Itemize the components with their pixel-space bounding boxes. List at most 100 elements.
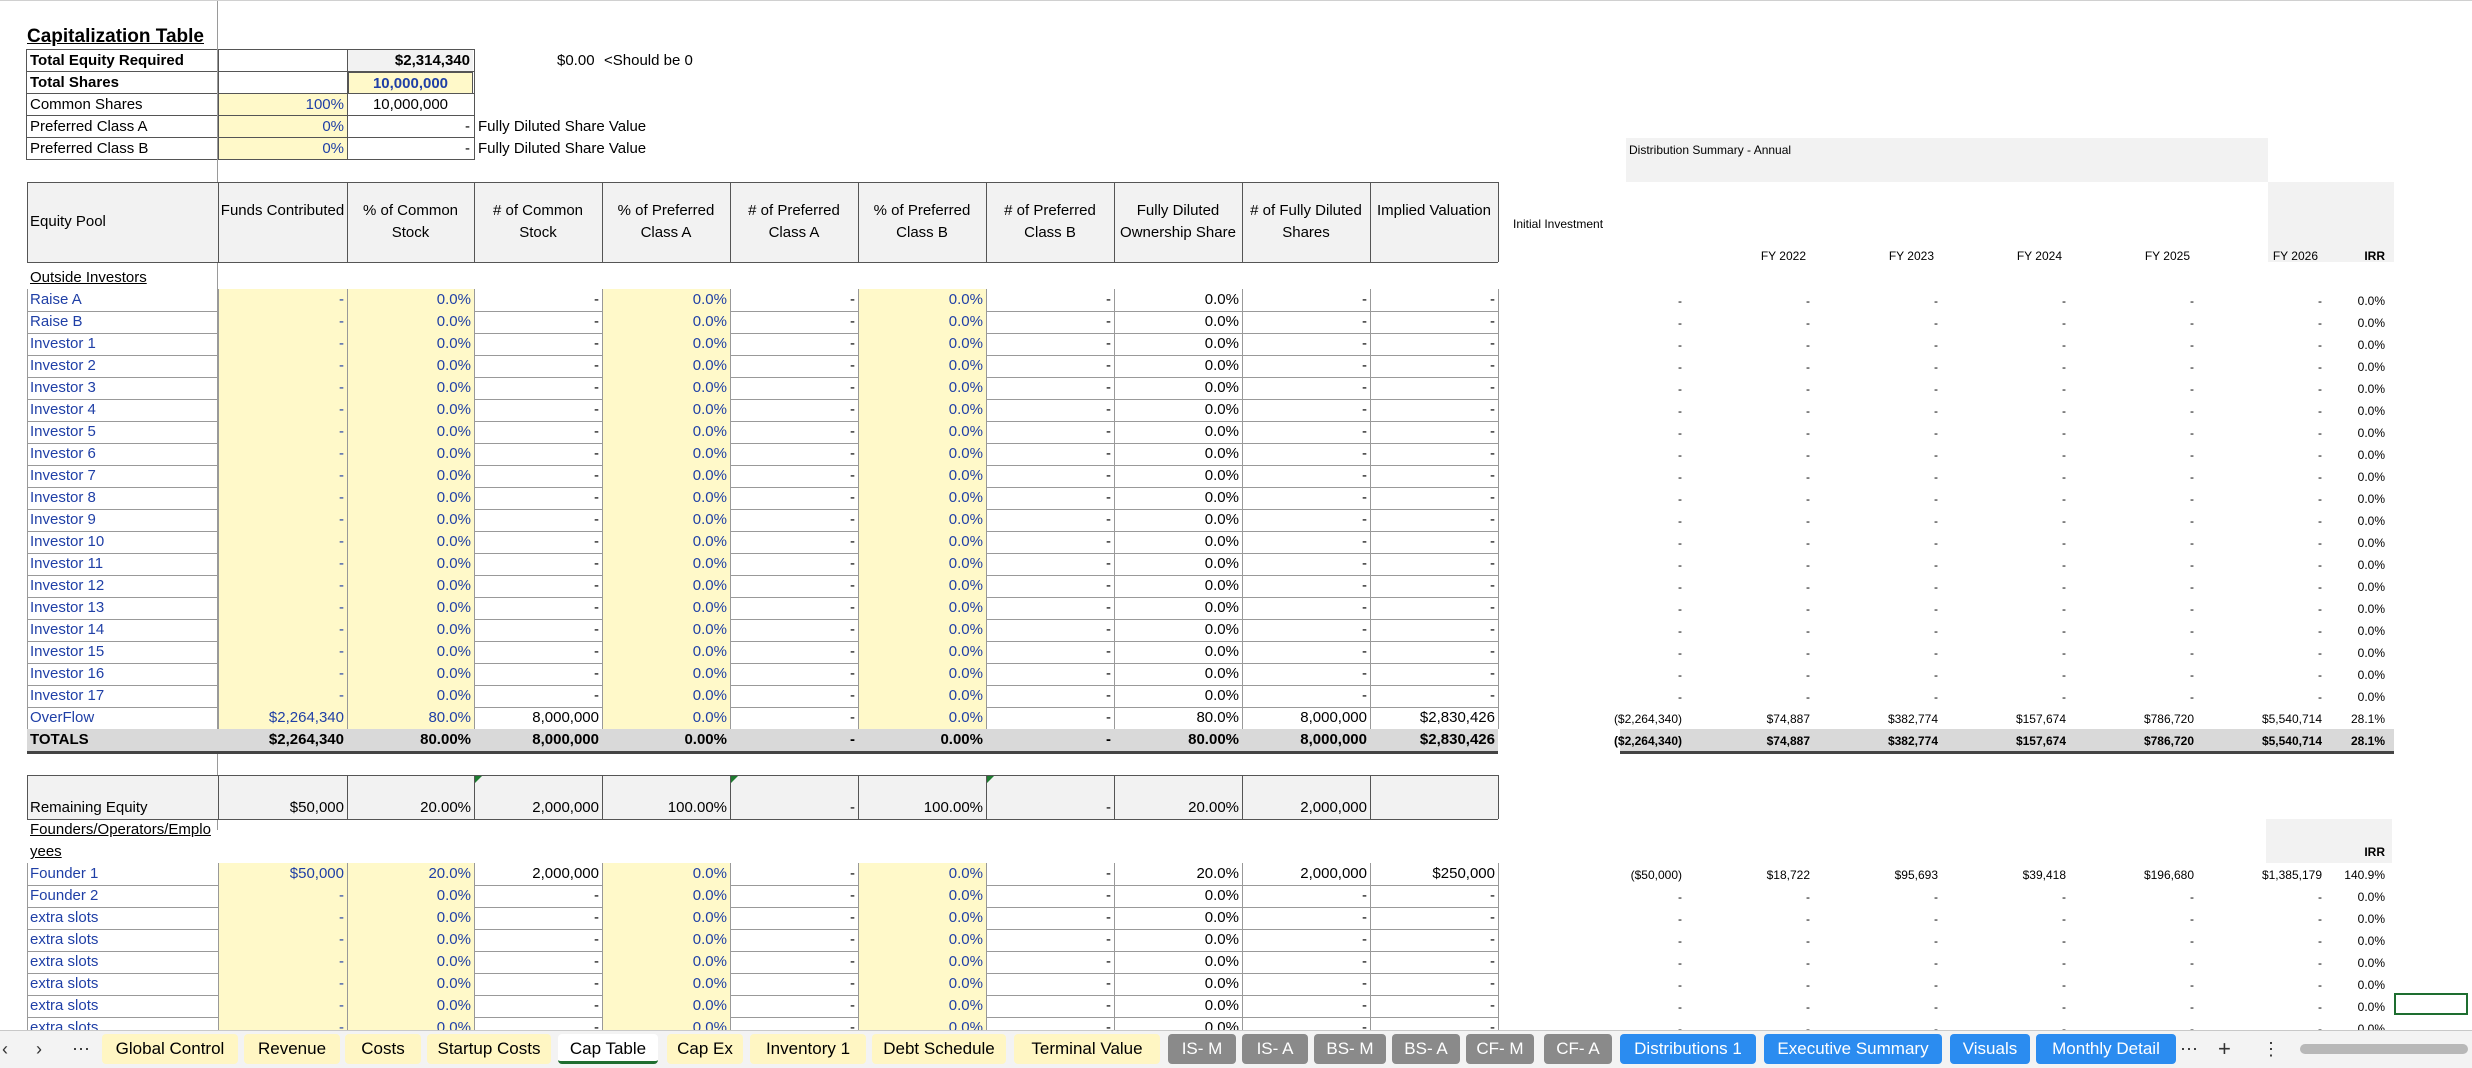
investor-row-cell[interactable]: - <box>218 553 347 575</box>
founder-row-cell[interactable]: - <box>218 995 347 1017</box>
sheet-tab[interactable]: Cap Ex <box>667 1034 743 1064</box>
investor-row-cell[interactable]: - <box>218 355 347 377</box>
founder-row-cell[interactable]: $50,000 <box>218 863 347 885</box>
investor-row-cell[interactable]: - <box>218 487 347 509</box>
investor-row-cell[interactable]: 0.0% <box>858 465 986 487</box>
preferred-a-pct[interactable]: 0% <box>219 116 347 138</box>
investor-row-cell[interactable]: 0.0% <box>602 641 730 663</box>
investor-row-cell[interactable]: 0.0% <box>347 399 474 421</box>
spreadsheet-grid[interactable]: Capitalization Table Total Equity Requir… <box>0 0 2472 1030</box>
founder-row-cell[interactable]: 0.0% <box>858 885 986 907</box>
sheet-tab[interactable]: Distributions 1 <box>1620 1034 1756 1064</box>
investor-row-cell[interactable]: 0.0% <box>602 399 730 421</box>
more-sheets-icon[interactable]: ⋯ <box>72 1034 90 1064</box>
founder-row-cell[interactable]: - <box>218 929 347 951</box>
investor-row-cell[interactable]: 0.0% <box>602 575 730 597</box>
investor-row-cell[interactable]: 0.0% <box>602 663 730 685</box>
investor-row-cell[interactable]: - <box>218 619 347 641</box>
investor-row-cell[interactable]: 0.0% <box>858 553 986 575</box>
investor-row-cell[interactable]: 0.0% <box>858 531 986 553</box>
founder-row-cell[interactable]: 0.0% <box>858 995 986 1017</box>
sheet-tab[interactable]: Cap Table <box>558 1034 658 1064</box>
founder-row-cell[interactable]: - <box>218 973 347 995</box>
investor-row-cell[interactable]: - <box>218 333 347 355</box>
investor-row-cell[interactable]: 0.0% <box>347 553 474 575</box>
total-shares-value[interactable]: 10,000,000 <box>348 72 473 94</box>
founder-row-cell[interactable]: 0.0% <box>347 995 474 1017</box>
investor-row-cell[interactable]: 0.0% <box>602 421 730 443</box>
sheet-tab[interactable]: Visuals <box>1950 1034 2030 1064</box>
founder-row-cell[interactable]: 0.0% <box>602 973 730 995</box>
founder-row-cell[interactable]: 0.0% <box>858 929 986 951</box>
investor-row-cell[interactable]: - <box>218 465 347 487</box>
investor-row-cell[interactable]: 0.0% <box>858 509 986 531</box>
investor-row-cell[interactable]: 0.0% <box>602 685 730 707</box>
investor-row-cell[interactable]: 0.0% <box>602 465 730 487</box>
founder-row-cell[interactable]: - <box>218 951 347 973</box>
sheet-tab[interactable]: Debt Schedule <box>872 1034 1006 1064</box>
investor-row-cell[interactable]: - <box>218 311 347 333</box>
founder-row-cell[interactable]: 0.0% <box>602 885 730 907</box>
investor-row-cell[interactable]: 0.0% <box>602 509 730 531</box>
founder-row-cell[interactable]: 0.0% <box>347 1017 474 1030</box>
investor-row-cell[interactable]: 0.0% <box>347 685 474 707</box>
founder-row-cell[interactable]: 0.0% <box>602 929 730 951</box>
sheet-tab[interactable]: Terminal Value <box>1014 1034 1160 1064</box>
investor-row-cell[interactable]: 80.0% <box>347 707 474 729</box>
founder-row-cell[interactable]: 0.0% <box>858 973 986 995</box>
prev-sheet-icon[interactable]: ‹ <box>2 1034 8 1064</box>
investor-row-cell[interactable]: 0.0% <box>858 443 986 465</box>
investor-row-cell[interactable]: 0.0% <box>602 355 730 377</box>
investor-row-cell[interactable]: 0.0% <box>347 531 474 553</box>
sheet-tab[interactable]: Monthly Detail <box>2036 1034 2176 1064</box>
investor-row-cell[interactable]: 0.0% <box>347 443 474 465</box>
investor-row-cell[interactable]: - <box>218 531 347 553</box>
founder-row-cell[interactable]: 0.0% <box>602 995 730 1017</box>
founder-row-cell[interactable]: 0.0% <box>347 951 474 973</box>
investor-row-cell[interactable]: 0.0% <box>602 333 730 355</box>
investor-row-cell[interactable]: 0.0% <box>347 311 474 333</box>
add-sheet-icon[interactable]: + <box>2218 1034 2231 1064</box>
investor-row-cell[interactable]: 0.0% <box>347 641 474 663</box>
overflow-tabs-icon[interactable]: ⋯ <box>2180 1034 2198 1064</box>
investor-row-cell[interactable]: 0.0% <box>347 597 474 619</box>
sheet-tab[interactable]: Startup Costs <box>427 1034 551 1064</box>
investor-row-cell[interactable]: - <box>218 597 347 619</box>
investor-row-cell[interactable]: 0.0% <box>347 333 474 355</box>
founder-row-cell[interactable]: 0.0% <box>347 929 474 951</box>
founder-row-cell[interactable]: 0.0% <box>858 907 986 929</box>
preferred-b-pct[interactable]: 0% <box>219 138 347 160</box>
investor-row-cell[interactable]: 0.0% <box>602 289 730 311</box>
selected-cell[interactable] <box>2394 993 2468 1015</box>
sheet-tab[interactable]: Revenue <box>244 1034 340 1064</box>
investor-row-cell[interactable]: 0.0% <box>347 619 474 641</box>
investor-row-cell[interactable]: 0.0% <box>347 575 474 597</box>
investor-row-cell[interactable]: - <box>218 443 347 465</box>
founder-row-cell[interactable]: 0.0% <box>602 951 730 973</box>
investor-row-cell[interactable]: 0.0% <box>858 377 986 399</box>
investor-row-cell[interactable]: 0.0% <box>347 487 474 509</box>
investor-row-cell[interactable]: 0.0% <box>858 487 986 509</box>
common-shares-pct[interactable]: 100% <box>219 94 347 116</box>
sheet-tab[interactable]: CF- A <box>1544 1034 1612 1064</box>
founder-row-cell[interactable]: 0.0% <box>858 863 986 885</box>
investor-row-cell[interactable]: 0.0% <box>858 289 986 311</box>
investor-row-cell[interactable]: - <box>218 575 347 597</box>
total-equity-value[interactable]: $2,314,340 <box>348 50 473 72</box>
sheet-tab[interactable]: CF- M <box>1466 1034 1534 1064</box>
investor-row-cell[interactable]: 0.0% <box>602 707 730 729</box>
investor-row-cell[interactable]: 0.0% <box>858 597 986 619</box>
sheet-tab[interactable]: Costs <box>345 1034 421 1064</box>
sheet-tab[interactable]: Global Control <box>102 1034 238 1064</box>
investor-row-cell[interactable]: 0.0% <box>858 641 986 663</box>
founder-row-cell[interactable]: - <box>218 907 347 929</box>
investor-row-cell[interactable]: 0.0% <box>858 333 986 355</box>
sheet-tab[interactable]: Executive Summary <box>1764 1034 1942 1064</box>
founder-row-cell[interactable]: 0.0% <box>602 863 730 885</box>
investor-row-cell[interactable]: 0.0% <box>858 355 986 377</box>
sheet-tab[interactable]: IS- A <box>1242 1034 1308 1064</box>
sheet-tab[interactable]: Inventory 1 <box>750 1034 866 1064</box>
founder-row-cell[interactable]: - <box>218 885 347 907</box>
founder-row-cell[interactable]: 0.0% <box>858 951 986 973</box>
investor-row-cell[interactable]: 0.0% <box>858 421 986 443</box>
